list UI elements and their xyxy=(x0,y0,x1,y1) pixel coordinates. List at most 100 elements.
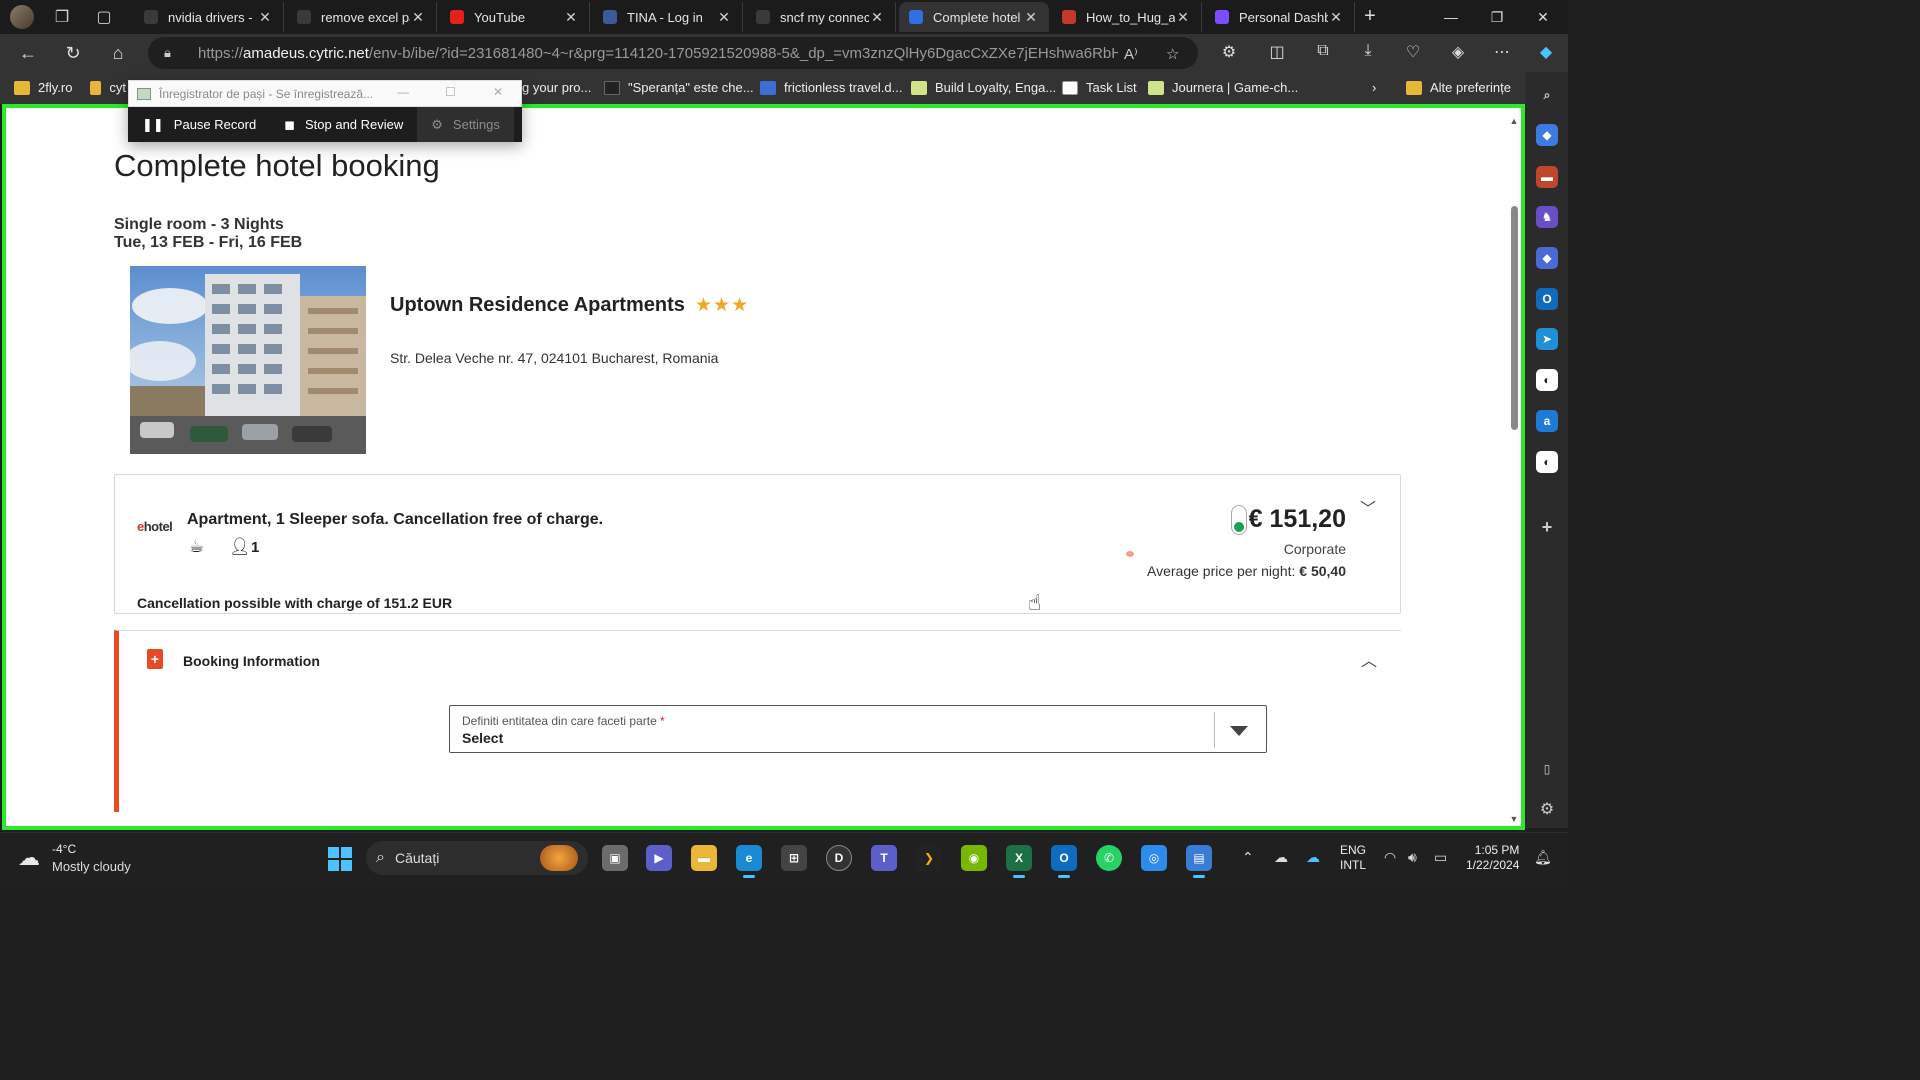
favorite-your-pro[interactable]: g your pro... xyxy=(522,80,591,95)
favorite-star-icon[interactable]: ☆ xyxy=(1166,45,1179,63)
favorite-other[interactable]: Alte preferințe xyxy=(1406,80,1511,95)
close-tab-icon[interactable]: ✕ xyxy=(869,9,885,26)
close-tab-icon[interactable]: ✕ xyxy=(563,9,579,26)
copilot-app-icon[interactable]: ◆ xyxy=(1536,247,1558,269)
profile-avatar[interactable] xyxy=(10,5,34,29)
clock[interactable]: 1:05 PM 1/22/2024 xyxy=(1466,843,1519,873)
taskbar-search[interactable]: ⌕ Căutați xyxy=(366,841,588,875)
maximize-icon[interactable]: ☐ xyxy=(445,85,456,99)
scroll-down-icon[interactable]: ▼ xyxy=(1509,814,1519,824)
app-icon[interactable]: ◐ xyxy=(1536,369,1558,391)
language-indicator[interactable]: ENG INTL xyxy=(1340,843,1366,873)
sidebar-toggle-icon[interactable]: ▯ xyxy=(1536,758,1558,780)
whatsapp-icon[interactable]: ✆ xyxy=(1096,845,1122,871)
favorite-task-list[interactable]: Task List xyxy=(1062,80,1137,95)
split-screen-icon[interactable]: ◫ xyxy=(1265,42,1289,62)
workspaces-icon[interactable]: ❐ xyxy=(48,3,76,31)
address-bar[interactable]: 🔒︎ https://amadeus.cytric.net/env-b/ibe/… xyxy=(148,37,1198,69)
notifications-icon[interactable]: 🔔︎ xyxy=(1534,849,1552,866)
volume-icon[interactable]: 🔊︎ xyxy=(1408,849,1417,866)
shopping-tag-icon[interactable]: ◆ xyxy=(1536,124,1558,146)
scroll-up-icon[interactable]: ▲ xyxy=(1509,116,1519,126)
tab-youtube[interactable]: YouTube ✕ xyxy=(440,2,590,32)
favorite-speranta[interactable]: "Speranța" este che... xyxy=(604,80,754,95)
tab-nvidia-drivers[interactable]: nvidia drivers - S ✕ xyxy=(134,2,284,32)
plex-icon[interactable]: ❯ xyxy=(916,845,942,871)
app-icon[interactable]: ◐ xyxy=(1536,451,1558,473)
outlook-icon[interactable]: O xyxy=(1536,288,1558,310)
recorder-titlebar[interactable]: Înregistrator de pași - Se înregistrează… xyxy=(128,80,522,107)
onedrive-icon[interactable]: ☁ xyxy=(1306,849,1320,866)
games-icon[interactable]: ♞ xyxy=(1536,206,1558,228)
home-icon[interactable]: ⌂ xyxy=(104,39,132,67)
close-window-button[interactable]: ✕ xyxy=(1520,0,1566,34)
battery-icon[interactable]: ▭ xyxy=(1434,849,1447,866)
remote-desktop-icon[interactable]: ◎ xyxy=(1141,845,1167,871)
send-icon[interactable]: ➤ xyxy=(1536,328,1558,350)
outlook-icon[interactable]: O xyxy=(1051,845,1077,878)
restore-button[interactable]: ❐ xyxy=(1474,0,1520,34)
stop-and-review-button[interactable]: ◼ Stop and Review xyxy=(270,107,417,142)
wifi-icon[interactable]: ◠ xyxy=(1384,849,1396,866)
amazon-icon[interactable]: a xyxy=(1536,410,1558,432)
collections-icon[interactable]: ⧉ xyxy=(1311,42,1335,60)
favorite-build-loyalty[interactable]: Build Loyalty, Enga... xyxy=(911,80,1056,95)
chevron-right-icon[interactable]: › xyxy=(1372,80,1376,95)
chevron-up-icon[interactable]: ⌃ xyxy=(1242,849,1254,866)
tab-personal-dashboard[interactable]: Personal Dashb ✕ xyxy=(1205,2,1355,32)
store-icon[interactable]: ⊞ xyxy=(781,845,807,871)
page-scrollbar[interactable]: ▲ ▼ xyxy=(1509,116,1519,824)
add-app-icon[interactable]: + xyxy=(1536,516,1558,538)
back-icon[interactable]: ← xyxy=(14,39,42,67)
onedrive-off-icon[interactable]: ☁ xyxy=(1274,849,1288,866)
minimize-icon[interactable]: — xyxy=(397,85,409,99)
read-aloud-icon[interactable]: A⁾ xyxy=(1124,45,1138,63)
teams-meet-icon[interactable]: ▶ xyxy=(646,845,672,871)
tab-complete-hotel[interactable]: Complete hotel ✕ xyxy=(899,2,1049,32)
browser-essentials-icon[interactable]: ◈ xyxy=(1446,42,1470,62)
cloud-sun-icon[interactable]: ☁ xyxy=(18,845,40,871)
close-tab-icon[interactable]: ✕ xyxy=(716,9,732,26)
close-tab-icon[interactable]: ✕ xyxy=(1175,9,1191,26)
weather-description[interactable]: Mostly cloudy xyxy=(52,859,131,874)
entity-select[interactable]: Definiti entitatea din care faceti parte… xyxy=(449,705,1267,753)
favorite-journera[interactable]: Journera | Game-ch... xyxy=(1148,80,1298,95)
tab-how-to-hug[interactable]: How_to_Hug_a_ ✕ xyxy=(1052,2,1202,32)
teams-icon[interactable]: T xyxy=(871,845,897,871)
minimize-button[interactable]: — xyxy=(1428,0,1474,34)
tab-sncf[interactable]: sncf my connec ✕ xyxy=(746,2,896,32)
chevron-down-icon[interactable]: ﹀ xyxy=(1360,495,1376,519)
gear-icon[interactable]: ⚙ xyxy=(1536,798,1558,820)
task-view-icon[interactable]: ▣ xyxy=(602,845,628,871)
extensions-icon[interactable]: ⚙ xyxy=(1217,42,1241,62)
scroll-thumb[interactable] xyxy=(1511,206,1518,430)
weather-temperature[interactable]: -4°C xyxy=(52,842,76,856)
close-tab-icon[interactable]: ✕ xyxy=(257,9,273,26)
tab-remove-excel[interactable]: remove excel pa ✕ xyxy=(287,2,437,32)
refresh-icon[interactable]: ↻ xyxy=(59,39,87,67)
favorite-cyt[interactable]: cyt xyxy=(90,80,126,95)
tools-icon[interactable]: ▬ xyxy=(1536,166,1558,188)
new-tab-button[interactable]: + xyxy=(1358,4,1382,28)
favorite-frictionless[interactable]: frictionless travel.d... xyxy=(760,80,903,95)
steps-recorder-icon[interactable]: ▤ xyxy=(1186,845,1212,878)
tab-tina-login[interactable]: TINA - Log in ✕ xyxy=(593,2,743,32)
start-button[interactable] xyxy=(328,847,352,871)
excel-icon[interactable]: X xyxy=(1006,845,1032,878)
close-icon[interactable]: ✕ xyxy=(493,85,503,99)
dropdown-arrow-icon[interactable] xyxy=(1230,726,1248,736)
performance-icon[interactable]: ♡ xyxy=(1401,42,1425,62)
nvidia-icon[interactable]: ◉ xyxy=(961,845,987,871)
favorite-2fly[interactable]: 2fly.ro xyxy=(14,80,72,95)
close-tab-icon[interactable]: ✕ xyxy=(1023,9,1039,26)
search-icon[interactable]: ⌕ xyxy=(1536,84,1558,106)
tab-actions-icon[interactable]: ▢ xyxy=(90,3,118,31)
close-tab-icon[interactable]: ✕ xyxy=(1328,9,1344,26)
dell-icon[interactable]: D xyxy=(826,845,852,871)
url-text[interactable]: https://amadeus.cytric.net/env-b/ibe/?id… xyxy=(198,45,1118,62)
chevron-up-icon[interactable]: ︿ xyxy=(1361,647,1377,671)
copilot-icon[interactable]: ◆ xyxy=(1534,42,1558,62)
settings-button[interactable]: ⚙ Settings xyxy=(417,107,514,142)
edge-icon[interactable]: e xyxy=(736,845,762,878)
close-tab-icon[interactable]: ✕ xyxy=(410,9,426,26)
